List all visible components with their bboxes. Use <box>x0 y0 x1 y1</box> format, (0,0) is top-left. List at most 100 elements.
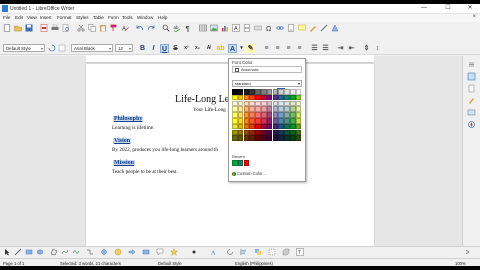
color-swatch[interactable] <box>249 123 255 130</box>
color-swatch[interactable] <box>243 135 250 141</box>
color-swatch[interactable] <box>266 118 273 124</box>
color-swatch[interactable] <box>290 118 296 124</box>
color-swatch[interactable] <box>278 112 284 118</box>
status-page-style[interactable]: Default Style <box>158 261 182 266</box>
color-swatch[interactable] <box>295 89 302 95</box>
stars-tool-icon[interactable] <box>170 248 178 256</box>
color-swatch[interactable] <box>255 94 261 101</box>
insert-page-break-icon[interactable] <box>243 24 251 32</box>
color-swatch[interactable] <box>272 123 279 130</box>
color-swatch[interactable] <box>232 123 238 130</box>
menu-styles[interactable]: Styles <box>76 15 89 20</box>
color-swatch[interactable] <box>255 106 261 112</box>
color-swatch[interactable] <box>255 112 261 118</box>
font-size-select[interactable]: 12 ▾ <box>115 44 133 52</box>
color-swatch[interactable] <box>278 100 284 107</box>
color-swatch[interactable] <box>243 118 250 124</box>
section-title-vision[interactable]: Vision <box>113 138 132 144</box>
text-highlight-icon[interactable]: ab <box>216 44 225 53</box>
color-swatch[interactable] <box>261 129 267 136</box>
unordered-list-icon[interactable]: ☰ <box>310 44 319 53</box>
color-swatch[interactable] <box>255 135 261 141</box>
recent-color-swatch[interactable] <box>243 160 250 166</box>
footnote-icon[interactable] <box>287 24 295 32</box>
color-swatch[interactable] <box>249 118 255 124</box>
connector-tool-icon[interactable] <box>86 248 94 256</box>
color-swatch[interactable] <box>243 106 250 112</box>
undo-icon[interactable] <box>136 24 144 32</box>
decrease-indent-icon[interactable]: ⇤ <box>347 44 356 53</box>
color-swatch[interactable] <box>290 100 296 107</box>
color-swatch[interactable] <box>295 106 302 112</box>
color-swatch[interactable] <box>249 94 255 101</box>
find-replace-icon[interactable] <box>162 24 170 32</box>
special-character-icon[interactable]: Ω <box>265 24 273 32</box>
insert-textbox-icon[interactable]: A <box>232 24 240 32</box>
font-name-select[interactable]: Arial Black ▾ <box>71 44 113 52</box>
clear-formatting-icon[interactable]: A <box>121 24 129 32</box>
color-swatch[interactable] <box>249 89 255 95</box>
status-page-count[interactable]: Page 1 of 1 <box>3 261 24 266</box>
menu-format[interactable]: Format <box>57 15 72 20</box>
insert-chart-icon[interactable] <box>221 24 229 32</box>
group-icon[interactable] <box>268 248 276 256</box>
redo-icon[interactable] <box>147 24 155 32</box>
color-swatch[interactable] <box>232 106 238 112</box>
bold-button[interactable]: B <box>138 44 147 53</box>
arrange-icon[interactable] <box>254 248 262 256</box>
color-swatch[interactable] <box>284 123 290 130</box>
color-swatch[interactable] <box>255 129 261 136</box>
export-pdf-icon[interactable] <box>40 24 48 32</box>
color-swatch[interactable] <box>249 112 255 118</box>
clone-formatting-icon[interactable] <box>110 24 118 32</box>
page-icon[interactable] <box>467 84 476 93</box>
color-swatch[interactable] <box>284 118 290 124</box>
color-swatch[interactable] <box>266 135 273 141</box>
ellipse-tool-icon[interactable] <box>36 248 44 256</box>
justify-icon[interactable]: ≡ <box>295 44 304 53</box>
color-swatch[interactable] <box>290 89 296 95</box>
color-swatch[interactable] <box>243 89 250 95</box>
color-swatch[interactable] <box>243 94 250 101</box>
color-swatch[interactable] <box>266 123 273 130</box>
color-swatch[interactable] <box>272 112 279 118</box>
polygon-tool-icon[interactable] <box>50 248 58 256</box>
points-tool-icon[interactable] <box>190 248 198 256</box>
close-window-button[interactable]: ✕ <box>462 4 478 13</box>
rotate-tool-icon[interactable] <box>226 248 234 256</box>
insert-field-icon[interactable] <box>254 24 262 32</box>
status-zoom[interactable]: 100% <box>455 261 466 266</box>
freeform-tool-icon[interactable] <box>72 248 80 256</box>
update-style-icon[interactable] <box>48 44 56 52</box>
color-swatch[interactable] <box>266 106 273 112</box>
color-swatch[interactable] <box>237 100 244 107</box>
color-swatch[interactable] <box>261 135 267 141</box>
color-swatch[interactable] <box>261 106 267 112</box>
color-swatch[interactable] <box>266 112 273 118</box>
color-swatch[interactable] <box>237 106 244 112</box>
color-swatch[interactable] <box>272 129 279 136</box>
callout-tool-icon[interactable] <box>156 248 164 256</box>
open-folder-icon[interactable] <box>14 24 22 32</box>
color-swatch[interactable] <box>237 112 244 118</box>
draw-line-icon[interactable] <box>320 24 328 32</box>
color-swatch[interactable] <box>278 135 284 141</box>
section-title-philosophy[interactable]: Philosophy <box>113 116 144 122</box>
track-changes-icon[interactable] <box>309 24 317 32</box>
color-swatch[interactable] <box>243 129 250 136</box>
color-swatch[interactable] <box>278 94 284 101</box>
text-box-tool-icon[interactable]: T <box>296 248 304 256</box>
automatic-color-button[interactable]: Automatic <box>232 66 302 73</box>
color-swatch[interactable] <box>290 129 296 136</box>
custom-color-button[interactable]: Custom Color... <box>232 171 266 176</box>
color-swatch[interactable] <box>237 129 244 136</box>
color-swatch[interactable] <box>272 118 279 124</box>
paste-icon[interactable] <box>99 24 107 32</box>
color-swatch[interactable] <box>261 118 267 124</box>
color-swatch[interactable] <box>295 123 302 130</box>
flowchart-tool-icon[interactable] <box>142 248 150 256</box>
block-arrows-tool-icon[interactable] <box>128 248 136 256</box>
color-swatch[interactable] <box>284 135 290 141</box>
color-swatch[interactable] <box>261 100 267 107</box>
color-swatch[interactable] <box>272 135 279 141</box>
